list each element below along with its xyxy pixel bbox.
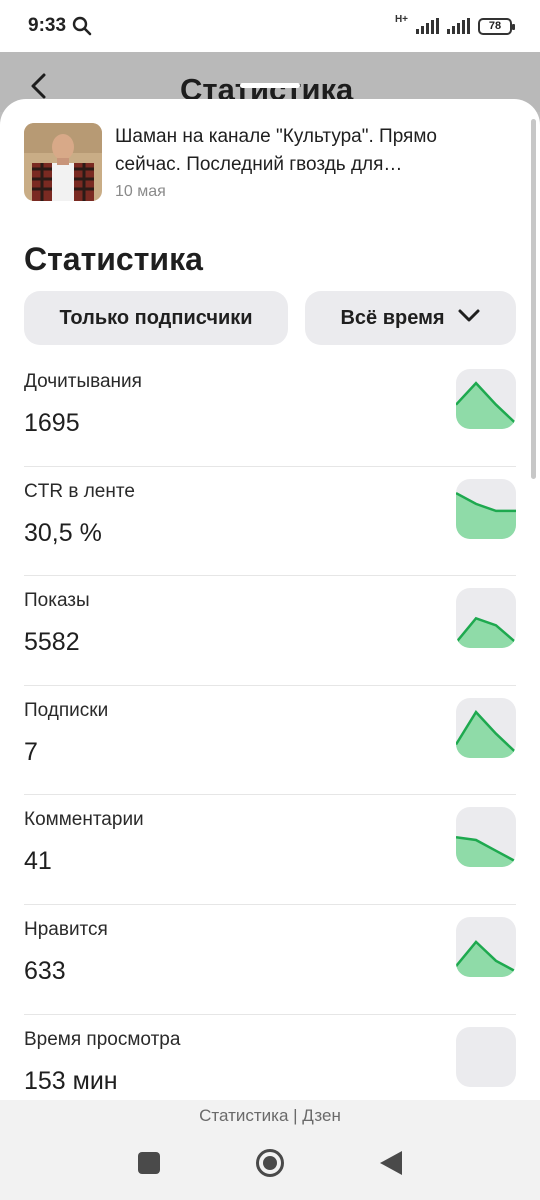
status-time: 9:33 (28, 15, 67, 36)
sparkline-chart (456, 478, 516, 539)
sparkline-chart (456, 916, 516, 977)
metric-label: Нравится (24, 918, 108, 940)
metric-value: 41 (24, 847, 52, 876)
metric-value: 7 (24, 737, 38, 766)
article-thumbnail (24, 123, 102, 201)
metric-row[interactable]: Нравится 633 (24, 905, 516, 1015)
metric-value: 1695 (24, 409, 80, 437)
sparkline-area (456, 941, 516, 977)
metric-row[interactable]: Комментарии 41 (24, 795, 516, 905)
back-button[interactable] (380, 1151, 402, 1175)
metric-row[interactable]: Показы 5582 (24, 576, 516, 686)
recent-apps-button[interactable] (138, 1152, 160, 1174)
search-icon (72, 16, 92, 36)
metric-value: 5582 (24, 628, 80, 657)
section-title: Статистика (24, 241, 203, 277)
subscribers-only-filter[interactable]: Только подписчики (24, 291, 288, 345)
sparkline-chart (456, 588, 516, 649)
metric-row[interactable]: Дочитывания 1695 (24, 357, 516, 467)
sheet-drag-handle[interactable] (240, 83, 300, 88)
metric-label: Комментарии (24, 809, 144, 831)
article-card[interactable]: Шаман на канале "Культура". Прямо сейчас… (24, 123, 504, 203)
article-date: 10 мая (115, 183, 166, 200)
subscribers-only-label: Только подписчики (59, 306, 253, 329)
metric-label: Показы (24, 590, 90, 612)
page-caption: Статистика | Дзен (199, 1106, 341, 1125)
sparkline-chart (456, 807, 516, 868)
metric-label: Время просмотра (24, 1028, 181, 1050)
status-bar: 9:33 H+ 78 (0, 0, 540, 52)
metric-label: Дочитывания (24, 371, 142, 392)
signal-icon-2 (447, 18, 470, 34)
metric-row[interactable]: CTR в ленте 30,5 % (24, 467, 516, 577)
sparkline-area (456, 492, 516, 539)
signal-icon (416, 18, 439, 34)
chevron-down-icon (457, 307, 481, 330)
scrollbar[interactable] (531, 119, 536, 479)
sparkline-chart (456, 369, 516, 429)
metrics-list: Дочитывания 1695 CTR в ленте 30,5 % Пока… (24, 357, 516, 1100)
period-label: Всё время (340, 306, 445, 329)
sparkline-chart (456, 697, 516, 758)
network-type: H+ (394, 14, 408, 25)
metric-value: 30,5 % (24, 518, 102, 547)
navigation-area: Статистика | Дзен (0, 1100, 540, 1200)
home-button[interactable] (256, 1149, 284, 1177)
article-title: Шаман на канале "Культура". Прямо сейчас… (115, 126, 437, 175)
home-icon (263, 1156, 277, 1170)
period-dropdown[interactable]: Всё время (305, 291, 516, 345)
metric-label: Подписки (24, 699, 109, 721)
metric-value: 153 мин (24, 1066, 118, 1095)
sparkline-area (456, 383, 516, 429)
metric-row[interactable]: Подписки 7 (24, 686, 516, 796)
sparkline-area (456, 711, 516, 758)
metric-row[interactable]: Время просмотра 153 мин (24, 1015, 516, 1100)
sparkline-chart (456, 1026, 516, 1087)
stats-sheet: Шаман на канале "Культура". Прямо сейчас… (0, 99, 540, 1100)
sparkline-area (456, 837, 516, 868)
battery-icon: 78 (478, 17, 515, 35)
metric-value: 633 (24, 956, 66, 985)
battery-level: 78 (488, 20, 502, 32)
metric-label: CTR в ленте (24, 480, 135, 502)
